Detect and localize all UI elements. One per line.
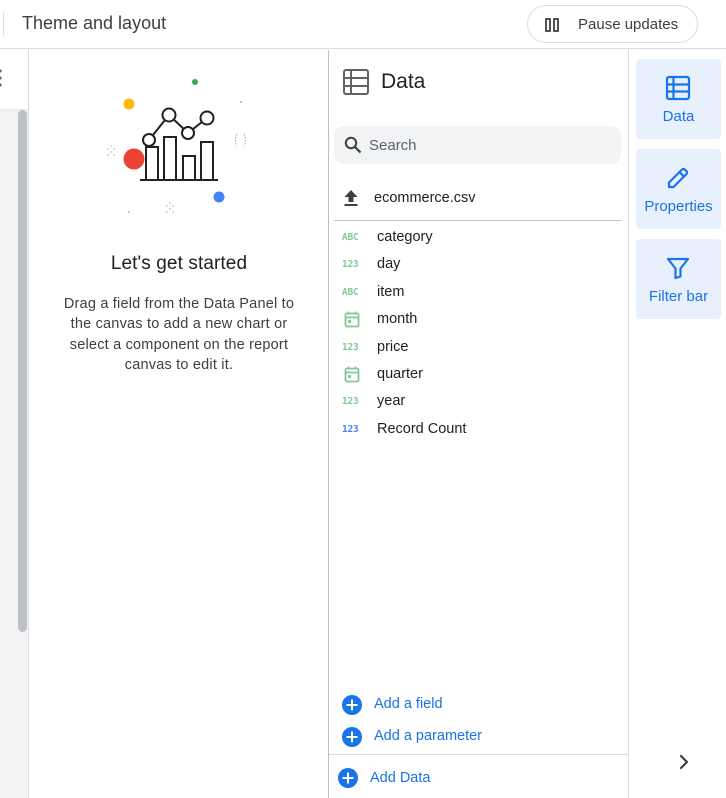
field-item[interactable]: ABC item bbox=[329, 279, 629, 306]
get-started-chart-illustration bbox=[107, 79, 246, 213]
canvas-toolbar-edge bbox=[0, 50, 28, 110]
report-canvas-edge bbox=[0, 50, 29, 798]
text-type-icon: ABC bbox=[342, 286, 359, 298]
add-parameter-label: Add a parameter bbox=[374, 728, 483, 744]
top-bar: Theme and layout Pause updates bbox=[0, 0, 726, 49]
field-name: item bbox=[377, 283, 405, 300]
toolbar-divider bbox=[3, 12, 4, 36]
field-record-count[interactable]: 123 Record Count bbox=[329, 416, 629, 443]
side-tab-rail: Data Properties Filter bar bbox=[629, 50, 726, 798]
number-type-icon: 123 bbox=[342, 341, 359, 353]
metric-type-icon: 123 bbox=[342, 423, 359, 435]
data-panel: Data ecommerce.csv ABC category 123 day … bbox=[329, 50, 629, 798]
field-price[interactable]: 123 price bbox=[329, 334, 629, 361]
pause-updates-button[interactable]: Pause updates bbox=[527, 5, 698, 43]
data-table-icon bbox=[343, 69, 369, 95]
date-type-icon bbox=[342, 311, 364, 328]
get-started-heading: Let's get started bbox=[110, 253, 248, 274]
more-vert-icon[interactable] bbox=[0, 68, 3, 88]
field-search-input[interactable] bbox=[368, 126, 613, 164]
tab-properties[interactable]: Properties bbox=[636, 149, 721, 229]
field-list: ABC category 123 day ABC item month 123 … bbox=[329, 224, 629, 443]
field-name: price bbox=[377, 338, 409, 355]
search-icon bbox=[344, 136, 362, 154]
field-category[interactable]: ABC category bbox=[329, 224, 629, 251]
add-circle-icon bbox=[342, 727, 362, 747]
add-data-label: Add Data bbox=[370, 770, 431, 786]
pencil-icon bbox=[667, 167, 689, 189]
data-panel-title: Data bbox=[381, 70, 426, 93]
canvas-scrollbar[interactable] bbox=[17, 110, 28, 632]
field-year[interactable]: 123 year bbox=[329, 388, 629, 415]
data-panel-header: Data bbox=[329, 50, 629, 114]
data-panel-footer: Add Data bbox=[329, 754, 629, 798]
date-type-icon bbox=[342, 366, 364, 383]
field-name: year bbox=[377, 393, 406, 410]
upload-icon bbox=[344, 190, 358, 206]
panel-title: Theme and layout bbox=[22, 13, 167, 33]
field-name: month bbox=[377, 311, 418, 328]
data-source-ecommerce[interactable]: ecommerce.csv bbox=[329, 182, 629, 214]
number-type-icon: 123 bbox=[342, 396, 359, 408]
tab-data[interactable]: Data bbox=[636, 59, 721, 139]
add-field-label: Add a field bbox=[374, 696, 443, 712]
tab-filter-bar[interactable]: Filter bar bbox=[636, 239, 721, 319]
field-name: day bbox=[377, 256, 401, 273]
tab-properties-label: Properties bbox=[644, 198, 713, 215]
tab-data-label: Data bbox=[662, 108, 695, 125]
field-name: category bbox=[377, 229, 433, 245]
add-circle-icon bbox=[338, 768, 358, 788]
theme-layout-panel: Let's get started Drag a field from the … bbox=[29, 50, 329, 798]
data-table-icon bbox=[665, 75, 691, 101]
field-month[interactable]: month bbox=[329, 306, 629, 333]
data-source-divider bbox=[334, 220, 621, 221]
field-name: quarter bbox=[377, 365, 423, 382]
field-day[interactable]: 123 day bbox=[329, 251, 629, 278]
pause-icon bbox=[545, 18, 559, 32]
field-quarter[interactable]: quarter bbox=[329, 361, 629, 388]
add-circle-icon bbox=[342, 695, 362, 715]
scrollbar-thumb[interactable] bbox=[18, 110, 27, 632]
pause-updates-label: Pause updates bbox=[578, 16, 679, 33]
field-name: Record Count bbox=[377, 420, 467, 437]
tab-filter-bar-label: Filter bar bbox=[648, 288, 709, 305]
get-started-description: Drag a field from the Data Panel to the … bbox=[63, 296, 295, 373]
chevron-right-icon[interactable] bbox=[673, 751, 695, 773]
filter-icon bbox=[666, 257, 690, 280]
data-source-name: ecommerce.csv bbox=[374, 190, 476, 206]
number-type-icon: 123 bbox=[342, 259, 359, 271]
text-type-icon: ABC bbox=[342, 232, 359, 243]
field-search-box[interactable] bbox=[334, 126, 621, 164]
